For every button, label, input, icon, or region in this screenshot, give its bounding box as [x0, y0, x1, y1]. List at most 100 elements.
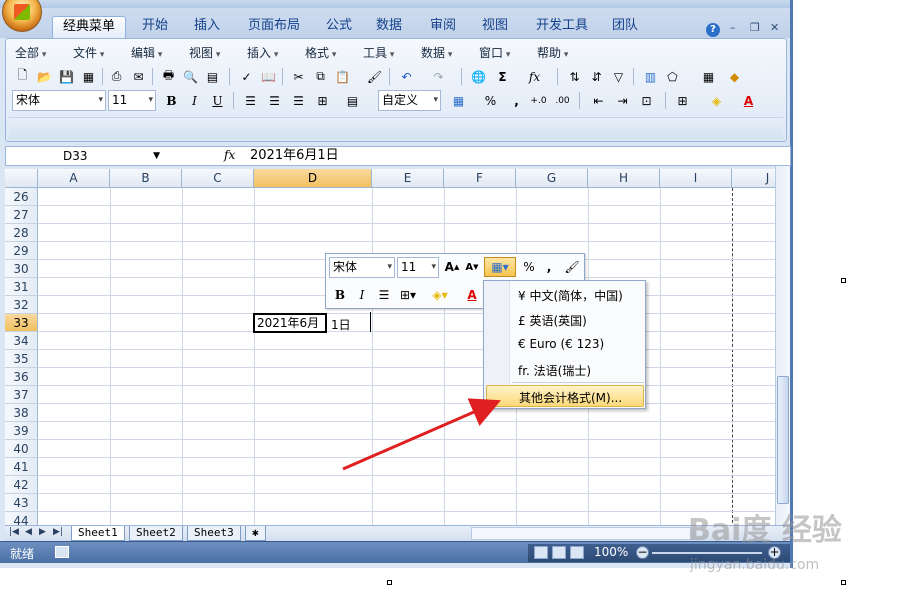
- diamond-icon[interactable]: ◆: [725, 67, 744, 86]
- print-preview-icon[interactable]: 🔍: [181, 67, 200, 86]
- row-header[interactable]: 30: [5, 260, 38, 278]
- underline-button[interactable]: U: [208, 91, 227, 110]
- bold-button[interactable]: B: [162, 91, 181, 110]
- mini-comma-button[interactable]: ,: [539, 257, 559, 277]
- tab-data[interactable]: 数据: [366, 16, 412, 38]
- vertical-scrollbar[interactable]: [775, 166, 790, 526]
- mini-center-icon[interactable]: ☰: [374, 285, 394, 305]
- last-sheet-icon[interactable]: ▶|: [53, 527, 63, 537]
- copy-icon[interactable]: ⧉: [311, 67, 330, 86]
- row-header[interactable]: 44: [5, 512, 38, 525]
- paste-icon[interactable]: 📋: [333, 67, 352, 86]
- insert-function-button[interactable]: fx: [224, 148, 235, 162]
- mini-font-color-icon[interactable]: A: [462, 285, 482, 305]
- tab-insert[interactable]: 插入: [184, 16, 230, 38]
- save-icon[interactable]: 💾: [57, 67, 76, 86]
- spelling-icon[interactable]: ✓: [237, 67, 256, 86]
- sheet-tab-3[interactable]: Sheet3: [187, 526, 241, 541]
- tab-home[interactable]: 开始: [132, 16, 178, 38]
- tab-review[interactable]: 审阅: [420, 16, 466, 38]
- row-header[interactable]: 39: [5, 422, 38, 440]
- menu-data[interactable]: 数据: [421, 44, 452, 61]
- print-icon[interactable]: 🖶: [159, 67, 178, 86]
- autosum-icon[interactable]: Σ: [493, 67, 512, 86]
- sheet-tab-2[interactable]: Sheet2: [129, 526, 183, 541]
- sort-descending-icon[interactable]: ⇵: [587, 67, 606, 86]
- grow-font-icon[interactable]: A ▲: [442, 257, 462, 277]
- select-all-corner[interactable]: [5, 169, 38, 188]
- hyperlink-icon[interactable]: 🌐: [469, 67, 488, 86]
- format-painter-icon[interactable]: 🖌: [365, 67, 384, 86]
- row-header[interactable]: 42: [5, 476, 38, 494]
- chart-icon[interactable]: ▥: [641, 67, 660, 86]
- row-header[interactable]: 35: [5, 350, 38, 368]
- accounting-format-icon[interactable]: ▦: [449, 91, 468, 110]
- row-header[interactable]: 32: [5, 296, 38, 314]
- mini-bold-button[interactable]: B: [330, 285, 350, 305]
- align-left-icon[interactable]: ☰: [241, 91, 260, 110]
- next-sheet-icon[interactable]: ▶: [39, 527, 46, 537]
- decrease-decimal-icon[interactable]: .00: [553, 91, 572, 110]
- increase-decimal-icon[interactable]: +.0: [529, 91, 548, 110]
- shrink-font-icon[interactable]: A ▼: [462, 257, 482, 277]
- row-header-selected[interactable]: 33: [5, 314, 38, 332]
- column-header[interactable]: C: [182, 169, 254, 188]
- align-center-icon[interactable]: ☰: [265, 91, 284, 110]
- row-header[interactable]: 38: [5, 404, 38, 422]
- zoom-out-icon[interactable]: −: [636, 546, 649, 559]
- row-header[interactable]: 28: [5, 224, 38, 242]
- minimize-ribbon-icon[interactable]: –: [730, 21, 736, 34]
- prev-sheet-icon[interactable]: ◀: [25, 527, 32, 537]
- tab-page-layout[interactable]: 页面布局: [238, 16, 310, 38]
- research-icon[interactable]: ▤: [203, 67, 222, 86]
- font-color-icon[interactable]: A: [739, 91, 758, 110]
- column-header[interactable]: G: [516, 169, 588, 188]
- row-header[interactable]: 27: [5, 206, 38, 224]
- column-header[interactable]: J: [732, 169, 775, 188]
- mini-font-size-select[interactable]: 11 ▾: [397, 257, 439, 278]
- first-sheet-icon[interactable]: |◀: [9, 527, 19, 537]
- row-header[interactable]: 26: [5, 188, 38, 206]
- tab-developer[interactable]: 开发工具: [526, 16, 598, 38]
- tab-view[interactable]: 视图: [472, 16, 518, 38]
- restore-icon[interactable]: ❐: [750, 21, 760, 34]
- tab-formulas[interactable]: 公式: [316, 16, 362, 38]
- mini-italic-button[interactable]: I: [352, 285, 372, 305]
- row-header[interactable]: 29: [5, 242, 38, 260]
- normal-view-icon[interactable]: [534, 546, 548, 559]
- row-header[interactable]: 36: [5, 368, 38, 386]
- column-header[interactable]: H: [588, 169, 660, 188]
- row-header[interactable]: 34: [5, 332, 38, 350]
- font-name-select[interactable]: 宋体 ▾: [12, 90, 106, 111]
- sheet-tab-1[interactable]: Sheet1: [71, 526, 125, 541]
- formula-input[interactable]: 2021年6月1日: [250, 147, 339, 165]
- merge-center-icon[interactable]: ⊞: [313, 91, 332, 110]
- mini-borders-icon[interactable]: ⊞▾: [398, 285, 418, 305]
- currency-option-eur[interactable]: € Euro (€ 123): [518, 337, 604, 351]
- mini-percent-button[interactable]: %: [519, 257, 539, 277]
- borders-icon[interactable]: ⊞: [673, 91, 692, 110]
- row-header[interactable]: 31: [5, 278, 38, 296]
- redo-icon[interactable]: ↷: [429, 67, 448, 86]
- tab-team[interactable]: 团队: [602, 16, 648, 38]
- merge-icon[interactable]: ⊡: [637, 91, 656, 110]
- menu-file[interactable]: 文件: [73, 44, 104, 61]
- drawing-icon[interactable]: ⬠: [663, 67, 682, 86]
- new-file-icon[interactable]: 🗋: [13, 67, 32, 86]
- vertical-scroll-thumb[interactable]: [777, 376, 789, 504]
- undo-icon[interactable]: ↶: [397, 67, 416, 86]
- menu-edit[interactable]: 编辑: [131, 44, 162, 61]
- page-layout-view-icon[interactable]: [552, 546, 566, 559]
- worksheet-grid[interactable]: A B C D E F G H I J 26 27 28 29 30 31 32…: [5, 169, 775, 525]
- percent-button[interactable]: %: [481, 91, 500, 110]
- menu-help[interactable]: 帮助: [537, 44, 568, 61]
- cut-icon[interactable]: ✂: [289, 67, 308, 86]
- fill-color-icon[interactable]: ◈: [707, 91, 726, 110]
- decrease-indent-icon[interactable]: ⇤: [589, 91, 608, 110]
- email-icon[interactable]: ✉: [129, 67, 148, 86]
- column-header[interactable]: E: [372, 169, 444, 188]
- menu-all[interactable]: 全部: [15, 44, 46, 61]
- column-header[interactable]: F: [444, 169, 516, 188]
- accounting-format-button[interactable]: ▦▾: [484, 257, 516, 277]
- menu-window[interactable]: 窗口: [479, 44, 510, 61]
